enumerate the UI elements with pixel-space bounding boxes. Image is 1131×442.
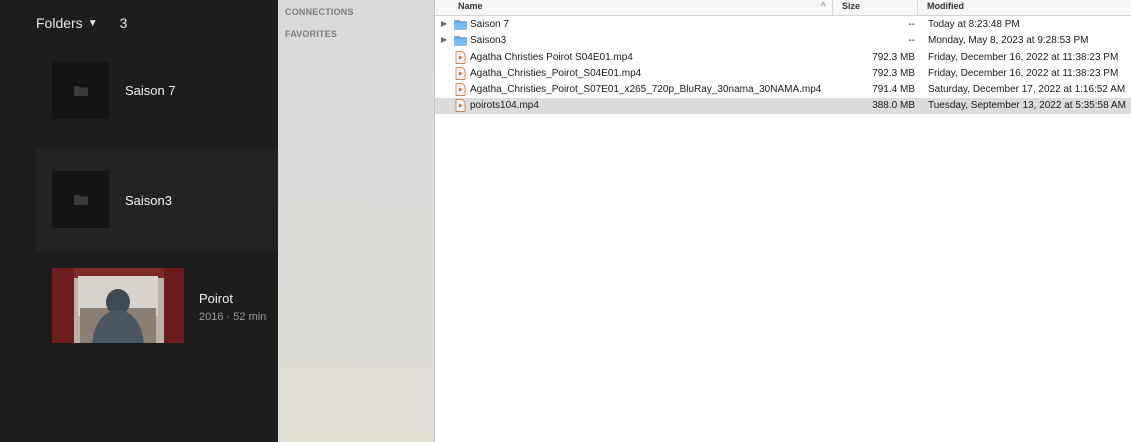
file-name: Saison3 [470,35,507,46]
sidebar-heading-favorites[interactable]: FAVORITES [285,29,337,39]
file-size: 791.4 MB [872,84,915,95]
file-modified: Saturday, December 17, 2022 at 1:16:52 A… [928,84,1126,95]
sidebar-heading-connections[interactable]: CONNECTIONS [285,7,354,17]
file-name: Agatha Christies Poirot S04E01.mp4 [470,52,633,63]
disclosure-triangle-icon[interactable]: ▶ [441,19,447,28]
file-name: poirots104.mp4 [470,100,539,111]
column-header-modified[interactable]: Modified [927,0,964,15]
file-modified: Tuesday, September 13, 2022 at 5:35:58 A… [928,100,1126,111]
file-size: -- [908,19,915,30]
media-item-poirot[interactable]: Poirot 2016 · 52 min [36,248,278,358]
column-header-name[interactable]: Name [458,0,483,15]
disclosure-triangle-icon[interactable]: ▶ [441,35,447,44]
file-modified: Monday, May 8, 2023 at 9:28:53 PM [928,35,1089,46]
media-item-title: Poirot [199,291,233,306]
finder-sidebar: CONNECTIONS FAVORITES [278,0,435,442]
file-row-folder[interactable]: ▶ Saison3 -- Monday, May 8, 2023 at 9:28… [435,33,1131,49]
file-list: Name ^ Size Modified ▶ Saison 7 -- Today… [435,0,1131,442]
caret-down-icon: ▼ [87,18,98,29]
file-size: -- [908,35,915,46]
file-size: 792.3 MB [872,68,915,79]
video-file-icon [455,83,466,96]
file-modified: Friday, December 16, 2022 at 11:38:23 PM [928,52,1119,63]
column-header-bar: Name ^ Size Modified [435,0,1131,16]
file-size: 792.3 MB [872,52,915,63]
column-separator[interactable] [832,0,833,15]
column-separator[interactable] [917,0,918,15]
file-row-video[interactable]: Agatha_Christies_Poirot_S04E01.mp4 792.3… [435,66,1131,82]
folder-thumbnail [52,62,109,119]
sort-ascending-icon: ^ [821,1,826,10]
media-item-saison-7[interactable]: Saison 7 [36,43,278,147]
file-modified: Friday, December 16, 2022 at 11:38:23 PM [928,68,1119,79]
folder-thumbnail [52,171,109,228]
media-item-meta: 2016 · 52 min [199,311,267,323]
folder-icon [73,86,88,96]
file-row-video[interactable]: Agatha Christies Poirot S04E01.mp4 792.3… [435,50,1131,66]
folders-label: Folders [36,15,83,31]
column-header-size[interactable]: Size [842,0,860,15]
media-item-title: Saison3 [125,193,172,208]
video-file-icon [455,67,466,80]
media-library-pane: Folders ▼ 3 Saison 7 Saison3 Poirot 2016… [0,0,278,442]
folders-count: 3 [119,15,128,31]
media-item-saison3[interactable]: Saison3 [36,148,278,252]
folder-icon [454,36,467,46]
file-row-folder[interactable]: ▶ Saison 7 -- Today at 8:23:48 PM [435,17,1131,33]
video-file-icon [455,99,466,112]
file-size: 388.0 MB [872,100,915,111]
file-name: Saison 7 [470,19,509,30]
folder-icon [454,20,467,30]
file-row-video[interactable]: poirots104.mp4 388.0 MB Tuesday, Septemb… [435,98,1131,114]
file-row-video[interactable]: Agatha_Christies_Poirot_S07E01_x265_720p… [435,82,1131,98]
file-modified: Today at 8:23:48 PM [928,19,1020,30]
file-name: Agatha_Christies_Poirot_S04E01.mp4 [470,68,642,79]
video-thumbnail [52,268,184,343]
media-item-title: Saison 7 [125,83,176,98]
video-file-icon [455,51,466,64]
file-name: Agatha_Christies_Poirot_S07E01_x265_720p… [470,84,822,95]
folders-dropdown[interactable]: Folders ▼ 3 [36,13,127,33]
folder-icon [73,195,88,205]
